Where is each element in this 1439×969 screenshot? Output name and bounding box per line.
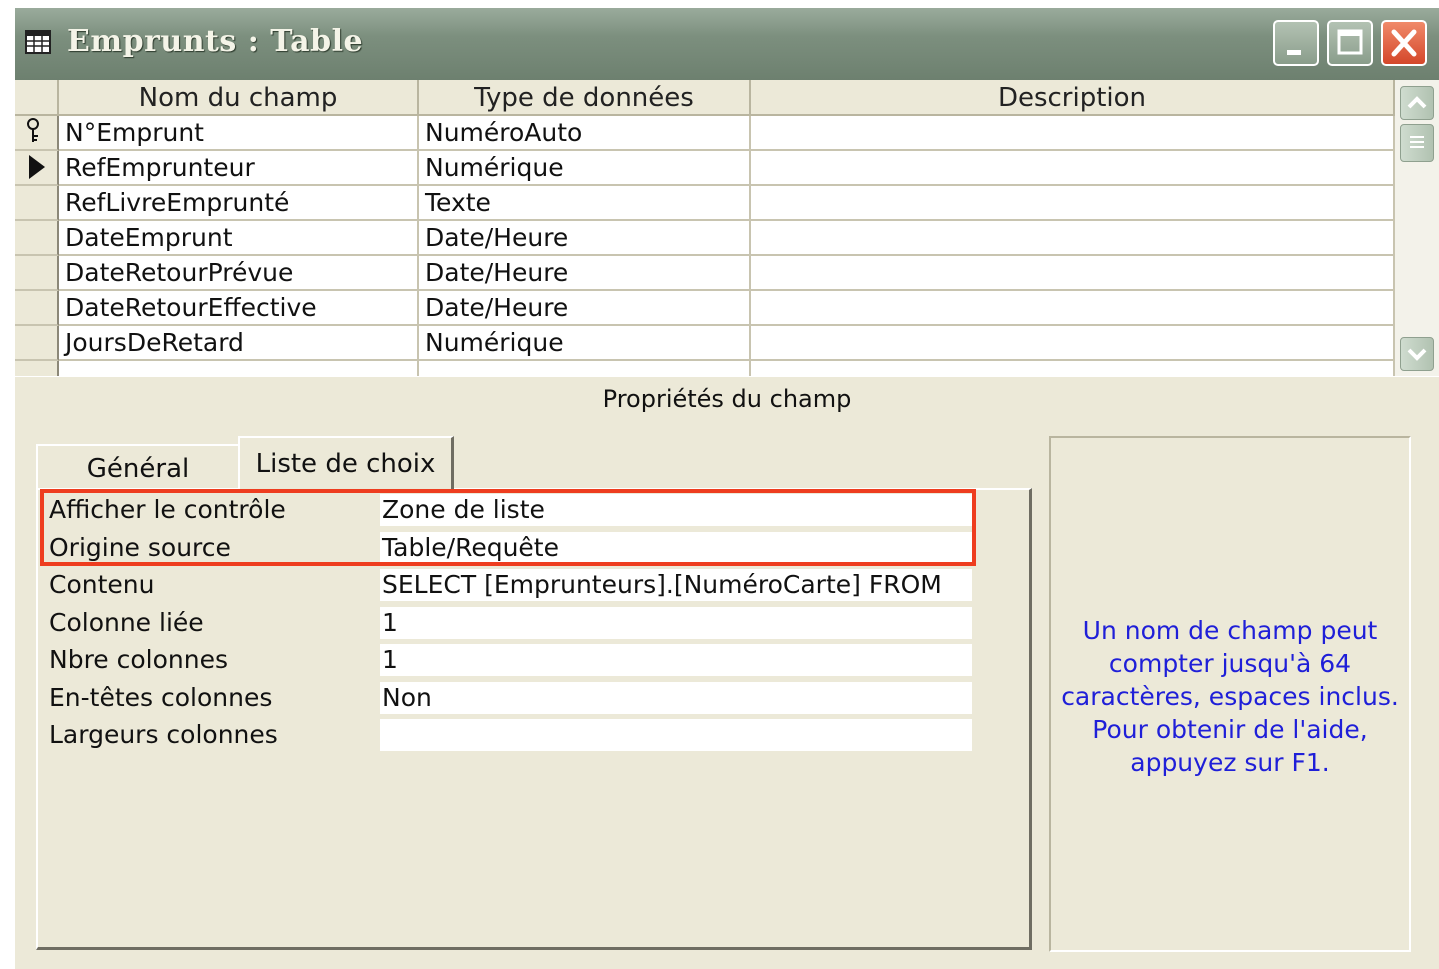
row-selector-header[interactable]: [15, 80, 59, 116]
description-cell[interactable]: [751, 361, 1395, 376]
property-row-colonne-liee[interactable]: Colonne liée 1: [49, 605, 989, 641]
row-selector[interactable]: [15, 186, 59, 221]
row-pointer-icon: [29, 155, 45, 179]
description-cell[interactable]: [751, 291, 1395, 326]
property-label: Largeurs colonnes: [49, 720, 278, 749]
field-name-cell[interactable]: DateRetourEffective: [59, 291, 419, 326]
help-line: appuyez sur F1.: [1130, 748, 1330, 777]
help-text: Un nom de champ peut compter jusqu'à 64 …: [1051, 614, 1409, 779]
chevron-up-icon: [1407, 96, 1427, 109]
close-button[interactable]: [1381, 20, 1427, 66]
property-value-input[interactable]: 1: [380, 644, 972, 676]
table-row[interactable]: RefEmprunteur Numérique: [15, 151, 1395, 186]
window-title: Emprunts : Table: [67, 24, 364, 59]
table-row[interactable]: [15, 361, 1395, 376]
table-row[interactable]: DateRetourPrévue Date/Heure: [15, 256, 1395, 291]
property-row-largeurs-colonnes[interactable]: Largeurs colonnes: [49, 717, 989, 753]
help-line: compter jusqu'à 64: [1108, 649, 1352, 678]
row-selector[interactable]: [15, 256, 59, 291]
field-name-cell[interactable]: DateEmprunt: [59, 221, 419, 256]
property-value-input[interactable]: SELECT [Emprunteurs].[NuméroCarte] FROM: [380, 569, 972, 601]
title-bar[interactable]: Emprunts : Table: [15, 8, 1439, 80]
property-row-en-tetes-colonnes[interactable]: En-têtes colonnes Non: [49, 680, 989, 716]
scroll-thumb[interactable]: [1400, 124, 1434, 162]
table-row[interactable]: DateRetourEffective Date/Heure: [15, 291, 1395, 326]
property-label: Contenu: [49, 570, 155, 599]
help-line: caractères, espaces inclus.: [1061, 682, 1399, 711]
data-type-cell[interactable]: Texte: [419, 186, 751, 221]
field-name-cell[interactable]: [59, 361, 419, 376]
column-header-name[interactable]: Nom du champ: [59, 80, 419, 116]
data-type-cell[interactable]: Date/Heure: [419, 256, 751, 291]
table-icon: [25, 30, 51, 54]
property-value-input[interactable]: Non: [380, 682, 972, 714]
help-line: Un nom de champ peut: [1082, 616, 1378, 645]
grip-icon: [1410, 136, 1424, 148]
row-selector[interactable]: [15, 221, 59, 256]
chevron-down-icon: [1407, 348, 1427, 361]
description-cell[interactable]: [751, 186, 1395, 221]
tab-liste-de-choix[interactable]: Liste de choix: [238, 436, 454, 492]
help-line: Pour obtenir de l'aide,: [1092, 715, 1368, 744]
field-name-cell[interactable]: DateRetourPrévue: [59, 256, 419, 291]
description-cell[interactable]: [751, 256, 1395, 291]
property-value-input[interactable]: 1: [380, 607, 972, 639]
tab-general[interactable]: Général: [36, 444, 238, 490]
row-selector[interactable]: [15, 361, 59, 376]
field-name-cell[interactable]: N°Emprunt: [59, 116, 419, 151]
description-cell[interactable]: [751, 221, 1395, 256]
row-selector[interactable]: [15, 116, 59, 151]
maximize-icon: [1337, 29, 1363, 55]
property-label: En-têtes colonnes: [49, 683, 273, 712]
property-row-contenu[interactable]: Contenu SELECT [Emprunteurs].[NuméroCart…: [49, 567, 989, 603]
row-selector[interactable]: [15, 291, 59, 326]
table-design-window: Emprunts : Table Nom du champ Type de do…: [15, 8, 1439, 969]
table-row[interactable]: RefLivreEmprunté Texte: [15, 186, 1395, 221]
table-row[interactable]: N°Emprunt NuméroAuto: [15, 116, 1395, 151]
maximize-button[interactable]: [1327, 20, 1373, 66]
data-type-cell[interactable]: Date/Heure: [419, 291, 751, 326]
minimize-icon: [1287, 50, 1301, 55]
property-row-nbre-colonnes[interactable]: Nbre colonnes 1: [49, 642, 989, 678]
highlight-box: [40, 489, 976, 566]
close-icon: [1391, 29, 1417, 57]
vertical-scrollbar[interactable]: [1395, 80, 1439, 376]
property-value-input[interactable]: [380, 719, 972, 751]
data-type-cell[interactable]: Numérique: [419, 151, 751, 186]
data-type-cell[interactable]: [419, 361, 751, 376]
field-grid: Nom du champ Type de données Description…: [15, 80, 1439, 376]
column-header-type[interactable]: Type de données: [419, 80, 751, 116]
field-name-cell[interactable]: JoursDeRetard: [59, 326, 419, 361]
row-selector[interactable]: [15, 326, 59, 361]
key-icon: [27, 118, 39, 142]
scroll-down-button[interactable]: [1400, 337, 1434, 371]
help-box: Un nom de champ peut compter jusqu'à 64 …: [1049, 436, 1411, 952]
data-type-cell[interactable]: Date/Heure: [419, 221, 751, 256]
field-properties-title: Propriétés du champ: [15, 376, 1439, 421]
data-type-cell[interactable]: NuméroAuto: [419, 116, 751, 151]
table-row[interactable]: JoursDeRetard Numérique: [15, 326, 1395, 361]
scroll-up-button[interactable]: [1400, 86, 1434, 120]
row-selector[interactable]: [15, 151, 59, 186]
table-row[interactable]: DateEmprunt Date/Heure: [15, 221, 1395, 256]
description-cell[interactable]: [751, 151, 1395, 186]
description-cell[interactable]: [751, 326, 1395, 361]
column-header-description[interactable]: Description: [751, 80, 1395, 116]
data-type-cell[interactable]: Numérique: [419, 326, 751, 361]
minimize-button[interactable]: [1273, 20, 1319, 66]
property-label: Nbre colonnes: [49, 645, 229, 674]
field-name-cell[interactable]: RefEmprunteur: [59, 151, 419, 186]
description-cell[interactable]: [751, 116, 1395, 151]
field-name-cell[interactable]: RefLivreEmprunté: [59, 186, 419, 221]
property-label: Colonne liée: [49, 608, 204, 637]
